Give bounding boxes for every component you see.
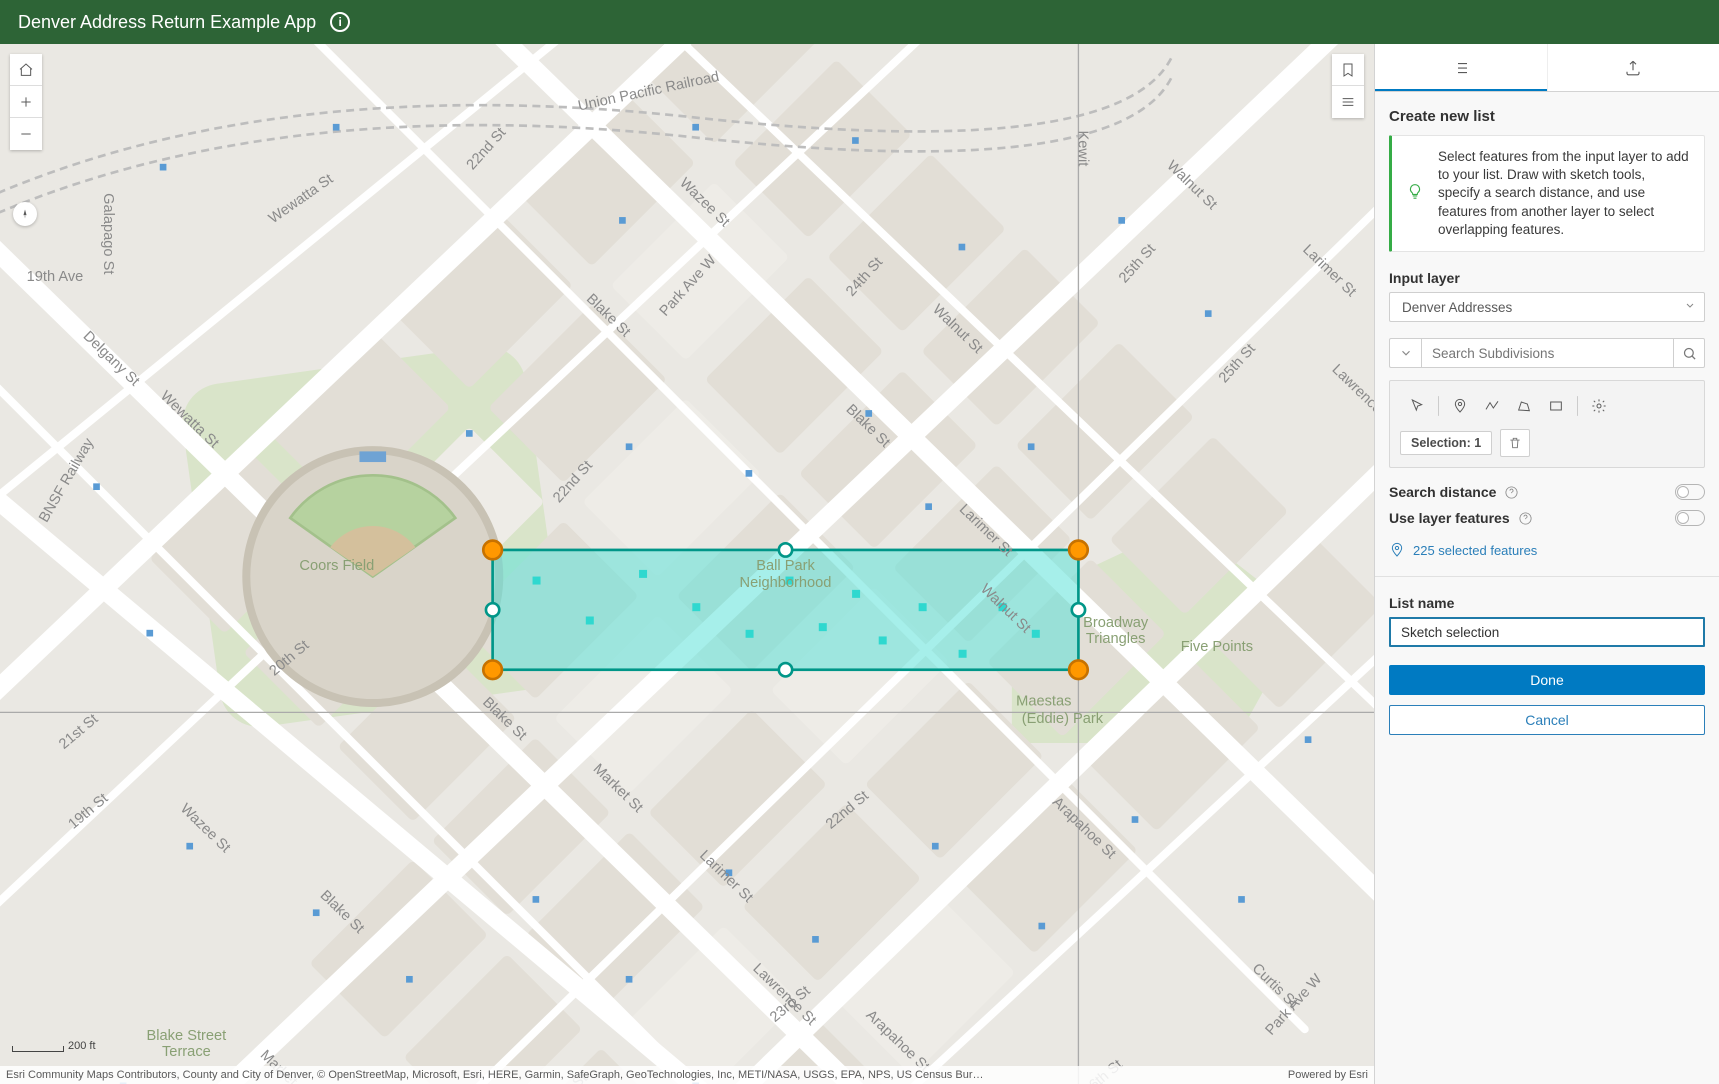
attribution-left: Esri Community Maps Contributors, County… bbox=[6, 1069, 983, 1081]
hint-text: Select features from the input layer to … bbox=[1438, 149, 1689, 237]
search-distance-label: Search distance bbox=[1389, 484, 1496, 500]
help-icon[interactable] bbox=[1518, 511, 1533, 526]
svg-text:Blake Street: Blake Street bbox=[147, 1028, 227, 1044]
tool-polyline[interactable] bbox=[1477, 393, 1507, 419]
tool-point[interactable] bbox=[1445, 393, 1475, 419]
svg-text:Galapago St: Galapago St bbox=[100, 193, 116, 274]
list-name-input[interactable] bbox=[1389, 617, 1705, 647]
svg-text:(Eddie) Park: (Eddie) Park bbox=[1022, 711, 1104, 727]
zoom-out-button[interactable] bbox=[10, 118, 42, 150]
info-icon[interactable]: i bbox=[330, 12, 350, 32]
layers-button[interactable] bbox=[1332, 86, 1364, 118]
hint-box: Select features from the input layer to … bbox=[1389, 135, 1705, 252]
export-icon bbox=[1624, 59, 1642, 77]
search-input[interactable] bbox=[1421, 338, 1673, 368]
svg-text:Coors Field: Coors Field bbox=[299, 558, 374, 574]
selection-row: Selection: 1 bbox=[1400, 429, 1694, 457]
input-layer-select[interactable]: Denver Addresses bbox=[1389, 292, 1705, 322]
list-icon bbox=[1452, 59, 1470, 77]
tab-export[interactable] bbox=[1547, 44, 1719, 91]
scale-bar: 200 ft bbox=[12, 1040, 96, 1052]
panel-tabs bbox=[1375, 44, 1719, 92]
use-layer-label: Use layer features bbox=[1389, 510, 1510, 526]
tab-list[interactable] bbox=[1375, 44, 1547, 91]
chevron-down-icon bbox=[1684, 300, 1696, 315]
filter-button[interactable] bbox=[1389, 338, 1421, 368]
svg-text:Neighborhood: Neighborhood bbox=[740, 575, 832, 591]
tool-polygon[interactable] bbox=[1509, 393, 1539, 419]
side-panel: Create new list Select features from the… bbox=[1374, 44, 1719, 1084]
panel-body: Create new list Select features from the… bbox=[1375, 92, 1719, 1084]
delete-selection-button[interactable] bbox=[1500, 429, 1530, 457]
list-name-label: List name bbox=[1389, 595, 1705, 611]
map-pin-icon bbox=[1389, 542, 1405, 558]
map-canvas[interactable]: Galapago St19th AveDelgany StWewatta StW… bbox=[0, 44, 1374, 1084]
panel-title: Create new list bbox=[1389, 108, 1705, 125]
use-layer-toggle[interactable] bbox=[1675, 510, 1705, 526]
app-header: Denver Address Return Example App i bbox=[0, 0, 1719, 44]
svg-text:19th Ave: 19th Ave bbox=[27, 269, 84, 285]
search-button[interactable] bbox=[1673, 338, 1705, 368]
svg-text:Kewit: Kewit bbox=[1074, 131, 1090, 167]
selected-features-text: 225 selected features bbox=[1413, 543, 1537, 558]
selected-features-link[interactable]: 225 selected features bbox=[1389, 542, 1705, 558]
compass-icon[interactable] bbox=[13, 202, 37, 226]
svg-text:Terrace: Terrace bbox=[162, 1044, 211, 1060]
sketch-tools-box: Selection: 1 bbox=[1389, 380, 1705, 468]
map-attribution: Esri Community Maps Contributors, County… bbox=[0, 1066, 1374, 1084]
zoom-in-button[interactable] bbox=[10, 86, 42, 118]
tool-settings[interactable] bbox=[1584, 393, 1614, 419]
svg-text:Five Points: Five Points bbox=[1181, 639, 1253, 655]
bookmark-button[interactable] bbox=[1332, 54, 1364, 86]
tool-pointer[interactable] bbox=[1402, 393, 1432, 419]
input-layer-label: Input layer bbox=[1389, 270, 1705, 286]
svg-text:Ball Park: Ball Park bbox=[756, 558, 815, 574]
search-row bbox=[1389, 338, 1705, 368]
tool-rectangle[interactable] bbox=[1541, 393, 1571, 419]
input-layer-value: Denver Addresses bbox=[1402, 300, 1512, 315]
toolbar-separator bbox=[1577, 396, 1578, 416]
toolbar-separator bbox=[1438, 396, 1439, 416]
help-icon[interactable] bbox=[1504, 485, 1519, 500]
divider bbox=[1375, 576, 1719, 577]
map-nav-controls bbox=[10, 54, 42, 150]
svg-text:Maestas: Maestas bbox=[1016, 694, 1071, 710]
sketch-toolbar bbox=[1400, 389, 1694, 429]
scale-label: 200 ft bbox=[68, 1040, 96, 1052]
done-button[interactable]: Done bbox=[1389, 665, 1705, 695]
use-layer-row: Use layer features bbox=[1389, 510, 1705, 526]
attribution-right: Powered by Esri bbox=[1276, 1069, 1368, 1081]
map-container[interactable]: Galapago St19th AveDelgany StWewatta StW… bbox=[0, 44, 1374, 1084]
app-title: Denver Address Return Example App bbox=[18, 12, 316, 33]
selection-badge: Selection: 1 bbox=[1400, 431, 1492, 455]
app-body: Galapago St19th AveDelgany StWewatta StW… bbox=[0, 44, 1719, 1084]
search-distance-row: Search distance bbox=[1389, 484, 1705, 500]
lightbulb-icon bbox=[1406, 182, 1424, 205]
svg-text:Broadway: Broadway bbox=[1083, 615, 1149, 631]
cancel-button[interactable]: Cancel bbox=[1389, 705, 1705, 735]
svg-text:Triangles: Triangles bbox=[1086, 631, 1146, 647]
map-tool-controls bbox=[1332, 54, 1364, 118]
home-button[interactable] bbox=[10, 54, 42, 86]
search-distance-toggle[interactable] bbox=[1675, 484, 1705, 500]
